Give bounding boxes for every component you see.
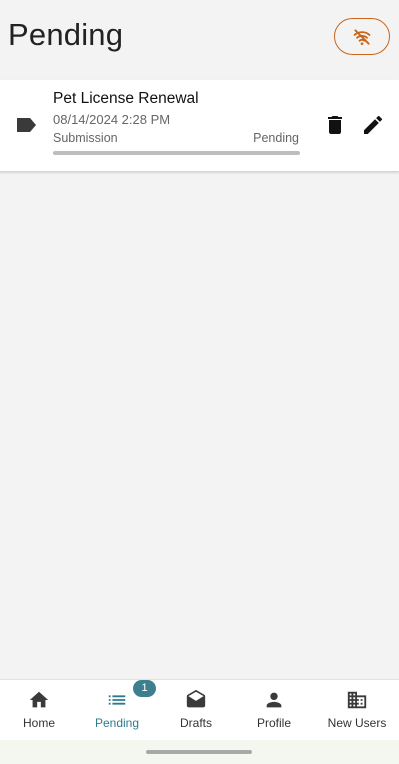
edit-button[interactable] <box>361 113 385 137</box>
gesture-handle[interactable] <box>146 750 252 754</box>
item-type: Submission <box>53 131 118 145</box>
item-title: Pet License Renewal <box>53 90 199 107</box>
edit-icon <box>364 115 383 134</box>
nav-drafts[interactable]: Drafts <box>165 680 227 741</box>
system-gesture-area <box>0 740 399 764</box>
tag-icon <box>17 118 36 132</box>
page-title: Pending <box>8 17 124 52</box>
wifi-off-icon <box>353 28 371 45</box>
nav-new-users[interactable]: New Users <box>322 680 392 741</box>
item-progress-bar <box>53 151 300 155</box>
home-icon <box>29 691 49 708</box>
nav-home-label: Home <box>22 716 55 730</box>
item-progress-fill <box>53 151 300 155</box>
app-header: Pending <box>0 0 399 78</box>
building-icon <box>347 691 367 709</box>
nav-home[interactable]: Home <box>8 680 70 741</box>
item-date: 08/14/2024 2:28 PM <box>53 112 171 127</box>
nav-new-users-label: New Users <box>327 716 387 730</box>
bottom-navigation: Home Pending Drafts Profile New Users <box>0 679 399 741</box>
delete-icon <box>328 116 342 134</box>
list-icon <box>108 695 126 705</box>
nav-pending-label: Pending <box>94 716 140 730</box>
person-icon <box>266 692 282 708</box>
nav-profile[interactable]: Profile <box>243 680 305 741</box>
drafts-icon <box>186 689 206 708</box>
pending-count-badge: 1 <box>133 680 156 697</box>
nav-profile-label: Profile <box>256 716 291 730</box>
nav-drafts-label: Drafts <box>179 716 212 730</box>
item-status: Pending <box>253 131 299 145</box>
delete-button[interactable] <box>323 113 347 137</box>
offline-status-button[interactable] <box>334 18 390 55</box>
